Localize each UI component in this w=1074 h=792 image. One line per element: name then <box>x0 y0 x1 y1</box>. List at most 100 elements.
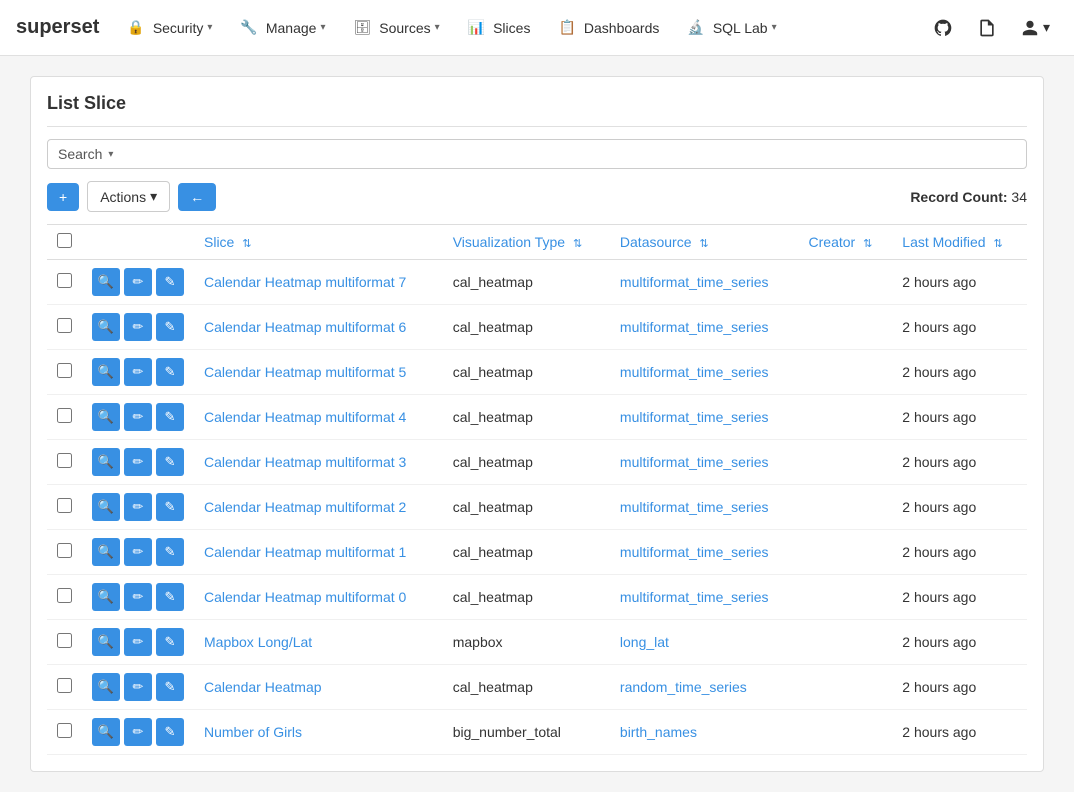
preview-button[interactable]: 🔍 <box>92 673 120 701</box>
row-checkbox[interactable] <box>57 498 72 513</box>
edit-button[interactable]: ✏ <box>124 313 152 341</box>
slice-name-link[interactable]: Calendar Heatmap multiformat 7 <box>204 274 406 290</box>
datasource-link[interactable]: multiformat_time_series <box>620 409 769 425</box>
slice-name-link[interactable]: Calendar Heatmap multiformat 0 <box>204 589 406 605</box>
header-slice-label: Slice <box>204 234 234 250</box>
slice-name-link[interactable]: Number of Girls <box>204 724 302 740</box>
datasource-link[interactable]: multiformat_time_series <box>620 499 769 515</box>
datasource-link[interactable]: multiformat_time_series <box>620 364 769 380</box>
user-menu-button[interactable]: ▾ <box>1013 15 1058 41</box>
edit-button[interactable]: ✏ <box>124 583 152 611</box>
datasource-link[interactable]: multiformat_time_series <box>620 589 769 605</box>
row-checkbox[interactable] <box>57 678 72 693</box>
slice-name-link[interactable]: Calendar Heatmap multiformat 5 <box>204 364 406 380</box>
edit-button[interactable]: ✏ <box>124 493 152 521</box>
table-row: 🔍✏✎Calendar Heatmap multiformat 7cal_hea… <box>47 260 1027 305</box>
datasource-link[interactable]: multiformat_time_series <box>620 544 769 560</box>
edit-button[interactable]: ✏ <box>124 358 152 386</box>
nav-security[interactable]: 🔒 Security ▾ <box>115 0 224 56</box>
nav-slices[interactable]: 📊 Slices <box>456 0 543 56</box>
row-actions-cell: 🔍✏✎ <box>82 395 194 440</box>
nav-manage[interactable]: 🔧 Manage ▾ <box>228 0 337 56</box>
row-checkbox[interactable] <box>57 723 72 738</box>
search-bar[interactable]: Search ▾ <box>47 139 1027 169</box>
select-all-checkbox[interactable] <box>57 233 72 248</box>
delete-button[interactable]: ✎ <box>156 493 184 521</box>
nav-sqllab-label: SQL Lab <box>713 20 768 36</box>
delete-button[interactable]: ✎ <box>156 358 184 386</box>
datasource-link[interactable]: random_time_series <box>620 679 747 695</box>
slice-name-link[interactable]: Mapbox Long/Lat <box>204 634 312 650</box>
row-actions-cell: 🔍✏✎ <box>82 440 194 485</box>
row-checkbox[interactable] <box>57 363 72 378</box>
add-button[interactable]: + <box>47 183 79 211</box>
header-slice[interactable]: Slice ⇅ <box>194 225 443 260</box>
datasource-link[interactable]: multiformat_time_series <box>620 454 769 470</box>
slice-name-link[interactable]: Calendar Heatmap <box>204 679 322 695</box>
edit-button[interactable]: ✏ <box>124 538 152 566</box>
back-button[interactable]: ← <box>178 183 216 211</box>
edit-button[interactable]: ✏ <box>124 268 152 296</box>
delete-button[interactable]: ✎ <box>156 448 184 476</box>
datasource-link[interactable]: long_lat <box>620 634 669 650</box>
edit-button[interactable]: ✏ <box>124 673 152 701</box>
nav-sqllab[interactable]: 🔬 SQL Lab ▾ <box>675 0 788 56</box>
row-checkbox[interactable] <box>57 633 72 648</box>
edit-button[interactable]: ✏ <box>124 628 152 656</box>
security-caret-icon: ▾ <box>207 22 212 33</box>
row-last-modified: 2 hours ago <box>892 440 1027 485</box>
edit-button[interactable]: ✏ <box>124 718 152 746</box>
row-checkbox[interactable] <box>57 588 72 603</box>
delete-button[interactable]: ✎ <box>156 718 184 746</box>
slices-icon: 📊 <box>468 19 485 36</box>
row-actions-cell: 🔍✏✎ <box>82 350 194 395</box>
brand-logo[interactable]: superset <box>16 16 99 39</box>
preview-button[interactable]: 🔍 <box>92 358 120 386</box>
delete-button[interactable]: ✎ <box>156 268 184 296</box>
row-slice-name: Number of Girls <box>194 710 443 755</box>
header-datasource[interactable]: Datasource ⇅ <box>610 225 799 260</box>
docs-button[interactable] <box>969 10 1005 46</box>
edit-button[interactable]: ✏ <box>124 403 152 431</box>
preview-button[interactable]: 🔍 <box>92 448 120 476</box>
nav-sources[interactable]: 🗄 Sources ▾ <box>341 0 451 56</box>
toolbar: + Actions ▾ ← Record Count: 34 <box>47 181 1027 212</box>
github-button[interactable] <box>925 10 961 46</box>
delete-button[interactable]: ✎ <box>156 538 184 566</box>
delete-button[interactable]: ✎ <box>156 583 184 611</box>
nav-dashboards[interactable]: 📋 Dashboards <box>546 0 671 56</box>
delete-button[interactable]: ✎ <box>156 403 184 431</box>
slice-name-link[interactable]: Calendar Heatmap multiformat 3 <box>204 454 406 470</box>
actions-button[interactable]: Actions ▾ <box>87 181 170 212</box>
preview-button[interactable]: 🔍 <box>92 538 120 566</box>
preview-button[interactable]: 🔍 <box>92 718 120 746</box>
preview-button[interactable]: 🔍 <box>92 403 120 431</box>
datasource-link[interactable]: multiformat_time_series <box>620 319 769 335</box>
preview-button[interactable]: 🔍 <box>92 583 120 611</box>
delete-button[interactable]: ✎ <box>156 628 184 656</box>
row-checkbox[interactable] <box>57 318 72 333</box>
slice-name-link[interactable]: Calendar Heatmap multiformat 2 <box>204 499 406 515</box>
header-last-modified[interactable]: Last Modified ⇅ <box>892 225 1027 260</box>
preview-button[interactable]: 🔍 <box>92 313 120 341</box>
row-checkbox[interactable] <box>57 543 72 558</box>
header-creator[interactable]: Creator ⇅ <box>799 225 893 260</box>
row-checkbox[interactable] <box>57 408 72 423</box>
slice-name-link[interactable]: Calendar Heatmap multiformat 6 <box>204 319 406 335</box>
delete-button[interactable]: ✎ <box>156 313 184 341</box>
preview-button[interactable]: 🔍 <box>92 493 120 521</box>
row-last-modified: 2 hours ago <box>892 575 1027 620</box>
github-icon <box>933 18 953 38</box>
slice-name-link[interactable]: Calendar Heatmap multiformat 4 <box>204 409 406 425</box>
preview-button[interactable]: 🔍 <box>92 628 120 656</box>
header-viz-type[interactable]: Visualization Type ⇅ <box>443 225 610 260</box>
row-checkbox[interactable] <box>57 273 72 288</box>
preview-button[interactable]: 🔍 <box>92 268 120 296</box>
edit-button[interactable]: ✏ <box>124 448 152 476</box>
slice-name-link[interactable]: Calendar Heatmap multiformat 1 <box>204 544 406 560</box>
datasource-link[interactable]: multiformat_time_series <box>620 274 769 290</box>
delete-button[interactable]: ✎ <box>156 673 184 701</box>
datasource-link[interactable]: birth_names <box>620 724 697 740</box>
row-checkbox[interactable] <box>57 453 72 468</box>
user-icon <box>1021 19 1039 37</box>
